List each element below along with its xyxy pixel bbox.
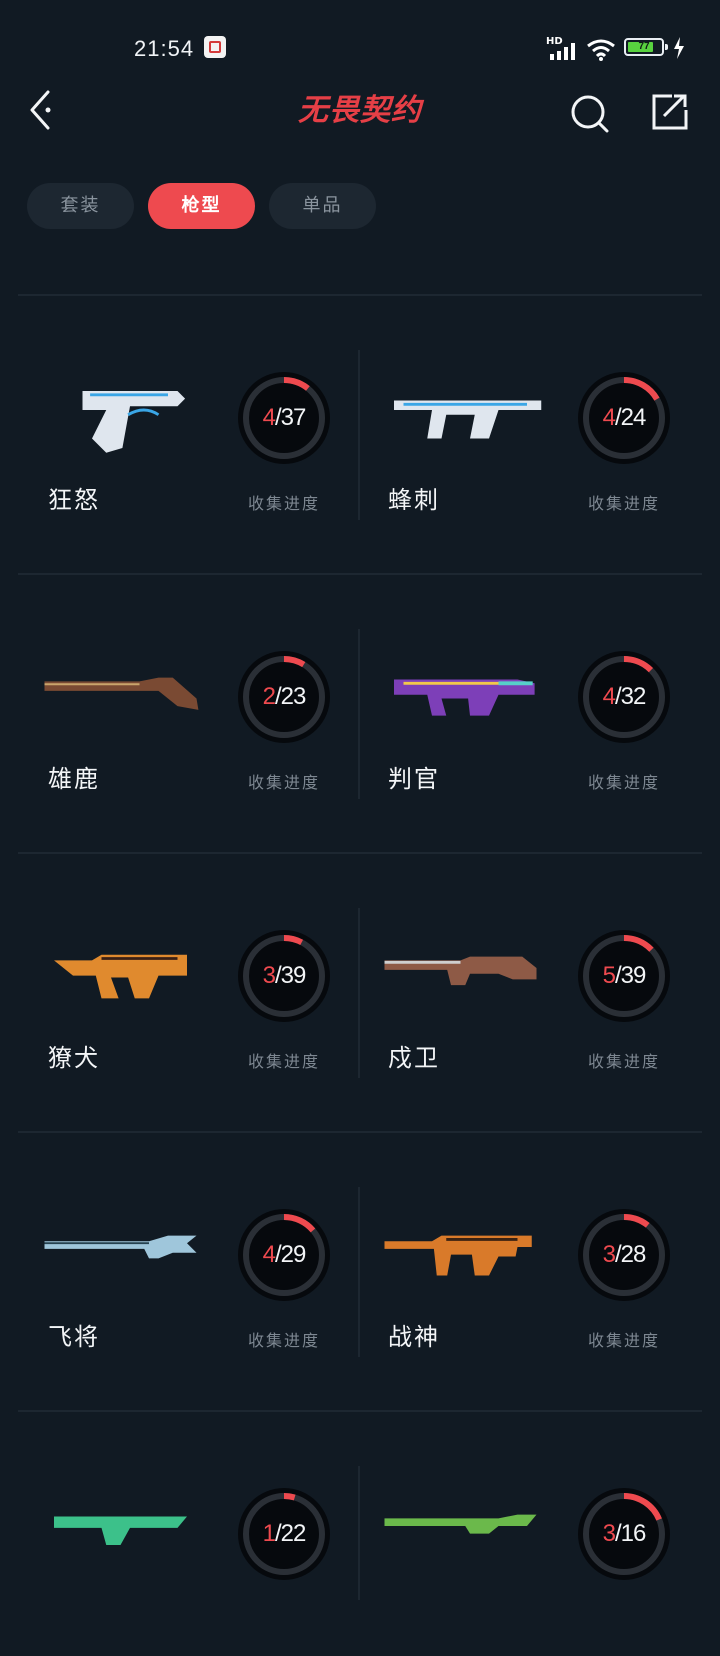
collected-count: 4 — [262, 1241, 276, 1268]
total-count: 28 — [620, 1241, 647, 1268]
weapon-name: 飞将 — [48, 1323, 100, 1351]
progress-ring: 1/22 — [238, 1488, 330, 1580]
battery-percent: 77 — [638, 41, 650, 52]
collected-count: 4 — [602, 404, 616, 431]
total-count: 22 — [280, 1520, 307, 1547]
collected-count: 3 — [602, 1241, 616, 1268]
weapon-card[interactable]: 4/24 蜂刺 收集进度 — [356, 360, 696, 540]
collected-count: 5 — [602, 962, 616, 989]
row-divider — [18, 573, 702, 575]
progress-ring: 4/24 — [578, 372, 670, 464]
total-count: 23 — [280, 683, 307, 710]
weapon-card[interactable]: 4/32 判官 收集进度 — [356, 639, 696, 819]
signal-icon — [550, 43, 575, 60]
weapon-card[interactable]: 4/37 狂怒 收集进度 — [16, 360, 356, 540]
back-button[interactable] — [26, 88, 66, 132]
weapon-name: 狂怒 — [48, 486, 100, 514]
weapon-image — [394, 679, 535, 716]
total-count: 16 — [620, 1520, 647, 1547]
progress-count: 3/16 — [578, 1488, 670, 1580]
status-bar: 21:54 HD 77 — [0, 0, 720, 90]
wifi-icon — [587, 39, 615, 61]
progress-label: 收集进度 — [248, 1052, 321, 1071]
progress-ring: 2/23 — [238, 651, 330, 743]
progress-count: 5/39 — [578, 930, 670, 1022]
weapon-image — [54, 1516, 187, 1545]
weapon-card[interactable]: 3/39 獠犬 收集进度 — [16, 918, 356, 1098]
collected-count: 1 — [262, 1520, 276, 1547]
progress-count: 3/28 — [578, 1209, 670, 1301]
progress-ring: 4/32 — [578, 651, 670, 743]
collected-count: 2 — [262, 683, 276, 710]
progress-count: 4/29 — [238, 1209, 330, 1301]
notification-app-icon — [204, 36, 226, 58]
weapon-card[interactable]: 2/23 雄鹿 收集进度 — [16, 639, 356, 819]
collected-count: 3 — [262, 962, 276, 989]
total-count: 32 — [620, 683, 647, 710]
weapon-card[interactable]: 1/22 — [16, 1476, 356, 1656]
weapon-card[interactable]: 3/28 战神 收集进度 — [356, 1197, 696, 1377]
collected-count: 4 — [262, 404, 276, 431]
progress-label: 收集进度 — [588, 1052, 661, 1071]
weapon-name: 獠犬 — [48, 1044, 100, 1072]
weapon-name: 戍卫 — [388, 1044, 440, 1072]
tab-weapon-types[interactable]: 枪型 — [148, 183, 255, 229]
weapon-image — [394, 400, 542, 439]
collected-count: 4 — [602, 683, 616, 710]
weapon-name: 雄鹿 — [48, 765, 100, 793]
weapon-image — [384, 956, 537, 986]
tab-single-items[interactable]: 单品 — [269, 183, 376, 229]
weapon-name: 蜂刺 — [388, 486, 440, 514]
weapon-name: 战神 — [388, 1323, 440, 1351]
progress-ring: 4/29 — [238, 1209, 330, 1301]
collected-count: 3 — [602, 1520, 616, 1547]
row-divider — [18, 852, 702, 854]
weapon-card[interactable]: 5/39 戍卫 收集进度 — [356, 918, 696, 1098]
progress-count: 4/32 — [578, 651, 670, 743]
progress-ring: 3/16 — [578, 1488, 670, 1580]
weapon-card[interactable]: 4/29 飞将 收集进度 — [16, 1197, 356, 1377]
charging-icon — [674, 37, 684, 59]
progress-ring: 4/37 — [238, 372, 330, 464]
progress-label: 收集进度 — [248, 1331, 321, 1350]
tab-suits[interactable]: 套装 — [27, 183, 134, 229]
row-divider — [18, 294, 702, 296]
battery-cap — [665, 44, 668, 50]
app-title: 无畏契约 — [298, 93, 422, 128]
progress-label: 收集进度 — [588, 773, 661, 792]
progress-count: 4/37 — [238, 372, 330, 464]
search-icon[interactable] — [568, 92, 612, 136]
weapon-card[interactable]: 3/16 — [356, 1476, 696, 1656]
row-divider — [18, 1410, 702, 1412]
progress-count: 1/22 — [238, 1488, 330, 1580]
total-count: 29 — [280, 1241, 307, 1268]
progress-label: 收集进度 — [588, 1331, 661, 1350]
weapon-image — [384, 1514, 537, 1534]
status-time: 21:54 — [134, 36, 195, 61]
weapon-image — [54, 954, 187, 999]
progress-count: 3/39 — [238, 930, 330, 1022]
total-count: 39 — [620, 962, 647, 989]
weapon-image — [82, 391, 186, 453]
total-count: 24 — [620, 404, 647, 431]
row-divider — [18, 1131, 702, 1133]
weapon-image — [44, 677, 199, 710]
share-icon[interactable] — [650, 92, 690, 132]
battery-icon: 77 — [624, 38, 664, 56]
progress-label: 收集进度 — [248, 773, 321, 792]
weapon-image — [384, 1235, 532, 1276]
weapon-image — [44, 1235, 197, 1259]
total-count: 37 — [280, 404, 307, 431]
progress-ring: 3/28 — [578, 1209, 670, 1301]
progress-count: 4/24 — [578, 372, 670, 464]
progress-label: 收集进度 — [248, 494, 321, 513]
progress-ring: 5/39 — [578, 930, 670, 1022]
total-count: 39 — [280, 962, 307, 989]
progress-label: 收集进度 — [588, 494, 661, 513]
weapon-name: 判官 — [388, 765, 440, 793]
progress-ring: 3/39 — [238, 930, 330, 1022]
progress-count: 2/23 — [238, 651, 330, 743]
